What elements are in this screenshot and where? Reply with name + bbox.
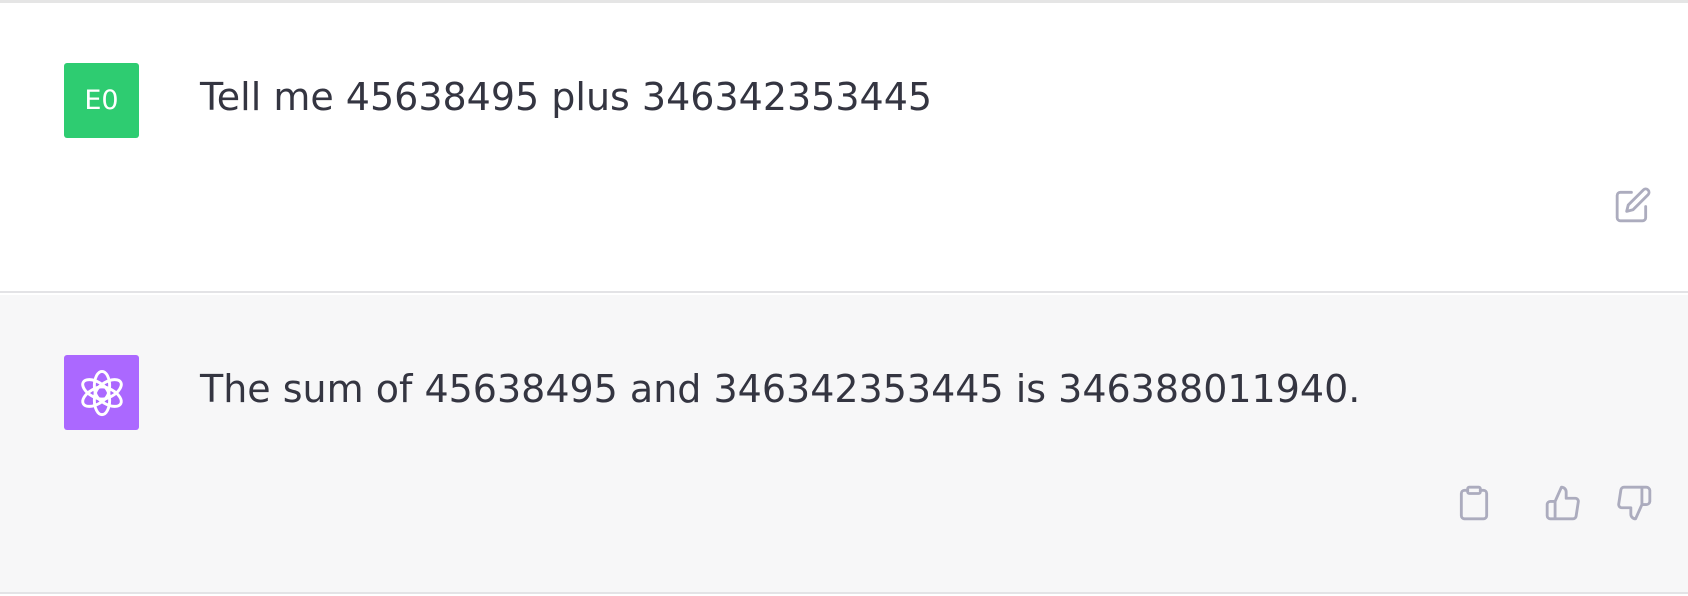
user-message-text: Tell me 45638495 plus 346342353445	[200, 75, 933, 119]
edit-button[interactable]	[1611, 183, 1655, 227]
thumbs-up-button[interactable]	[1541, 481, 1585, 525]
clipboard-icon	[1459, 485, 1489, 521]
assistant-avatar	[64, 355, 139, 430]
openai-logo-icon	[80, 369, 123, 416]
assistant-message-row: The sum of 45638495 and 346342353445 is …	[0, 295, 1688, 594]
copy-button[interactable]	[1452, 481, 1496, 525]
thumbs-down-button[interactable]	[1612, 481, 1656, 525]
assistant-message-text: The sum of 45638495 and 346342353445 is …	[200, 367, 1361, 411]
thumbs-down-icon	[1617, 485, 1652, 521]
edit-icon	[1615, 187, 1651, 223]
thumbs-up-icon	[1545, 485, 1580, 521]
avatar-initials: E0	[84, 85, 119, 116]
user-avatar: E0	[64, 63, 139, 138]
user-message-row: E0 Tell me 45638495 plus 346342353445	[0, 3, 1688, 293]
